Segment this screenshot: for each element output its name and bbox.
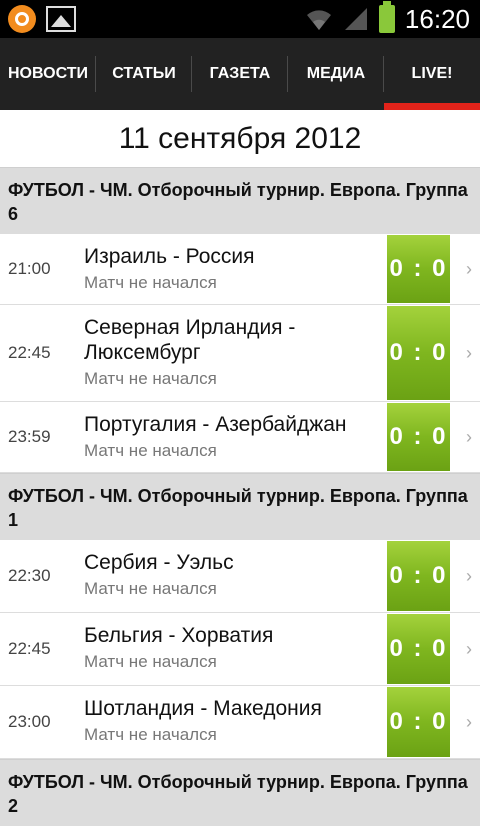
match-info: Португалия - Азербайджан Матч не начался [84,412,380,461]
match-teams: Шотландия - Македония [84,697,322,720]
group-header: ФУТБОЛ - ЧМ. Отборочный турнир. Европа. … [0,473,480,540]
score-badge: 0 : 0 [387,687,450,757]
match-info: Бельгия - Хорватия Матч не начался [84,623,380,672]
score-badge: 0 : 0 [387,306,450,400]
match-time: 22:30 [8,566,51,585]
tab-media[interactable]: МЕДИА [288,38,384,110]
score-badge: 0 : 0 [387,235,450,303]
section-nav: НОВОСТИ СТАТЬИ ГАЗЕТА МЕДИА LIVE! [0,38,480,110]
battery-icon [378,1,395,33]
match-row[interactable]: 23:00 Шотландия - Македония Матч не нача… [0,686,480,759]
score-badge: 0 : 0 [387,614,450,684]
match-row[interactable]: 22:45 Бельгия - Хорватия Матч не начался… [0,613,480,686]
group-header: ФУТБОЛ - ЧМ. Отборочный турнир. Европа. … [0,167,480,234]
match-status: Матч не начался [84,273,217,292]
tab-label: СТАТЬИ [112,65,176,82]
match-status: Матч не начался [84,369,217,388]
tab-news[interactable]: НОВОСТИ [0,38,96,110]
tab-label: ГАЗЕТА [209,65,271,82]
date-header: 11 сентября 2012 [118,121,362,155]
image-notification-icon [46,6,76,32]
match-info: Северная Ирландия - Люксембург Матч не н… [84,315,380,389]
match-teams: Северная Ирландия - Люксембург [84,316,296,364]
match-status: Матч не начался [84,725,217,744]
chevron-right-icon: › [466,711,472,732]
match-time: 23:00 [8,712,51,731]
match-list: ФУТБОЛ - ЧМ. Отборочный турнир. Европа. … [0,167,480,826]
chevron-right-icon: › [466,565,472,586]
tab-articles[interactable]: СТАТЬИ [96,38,192,110]
score-badge: 0 : 0 [387,403,450,471]
match-status: Матч не начался [84,579,217,598]
match-time: 23:59 [8,427,51,446]
match-teams: Португалия - Азербайджан [84,413,347,436]
tab-label: LIVE! [411,65,453,82]
chevron-right-icon: › [466,342,472,363]
chevron-right-icon: › [466,638,472,659]
match-teams: Сербия - Уэльс [84,551,234,574]
match-time: 21:00 [8,259,51,278]
tab-label: МЕДИА [306,65,366,82]
score-badge: 0 : 0 [387,541,450,611]
match-info: Сербия - Уэльс Матч не начался [84,550,380,599]
app-logo-icon [8,5,36,33]
tab-newspaper[interactable]: ГАЗЕТА [192,38,288,110]
match-status: Матч не начался [84,652,217,671]
match-info: Израиль - Россия Матч не начался [84,244,380,293]
match-teams: Бельгия - Хорватия [84,624,274,647]
match-status: Матч не начался [84,441,217,460]
match-time: 22:45 [8,639,51,658]
signal-icon [344,8,367,30]
chevron-right-icon: › [466,426,472,447]
match-info: Шотландия - Македония Матч не начался [84,696,380,745]
tab-live[interactable]: LIVE! [384,38,480,110]
status-bar: 16:20 [0,0,480,38]
match-row[interactable]: 21:00 Израиль - Россия Матч не начался 0… [0,234,480,305]
tab-label: НОВОСТИ [7,65,89,82]
match-row[interactable]: 23:59 Португалия - Азербайджан Матч не н… [0,402,480,473]
group-header: ФУТБОЛ - ЧМ. Отборочный турнир. Европа. … [0,759,480,826]
status-time: 16:20 [404,3,470,34]
chevron-right-icon: › [466,258,472,279]
match-time: 22:45 [8,343,51,362]
match-row[interactable]: 22:30 Сербия - Уэльс Матч не начался 0 :… [0,540,480,613]
match-teams: Израиль - Россия [84,245,255,268]
match-row[interactable]: 22:45 Северная Ирландия - Люксембург Мат… [0,305,480,402]
wifi-icon [306,10,331,30]
